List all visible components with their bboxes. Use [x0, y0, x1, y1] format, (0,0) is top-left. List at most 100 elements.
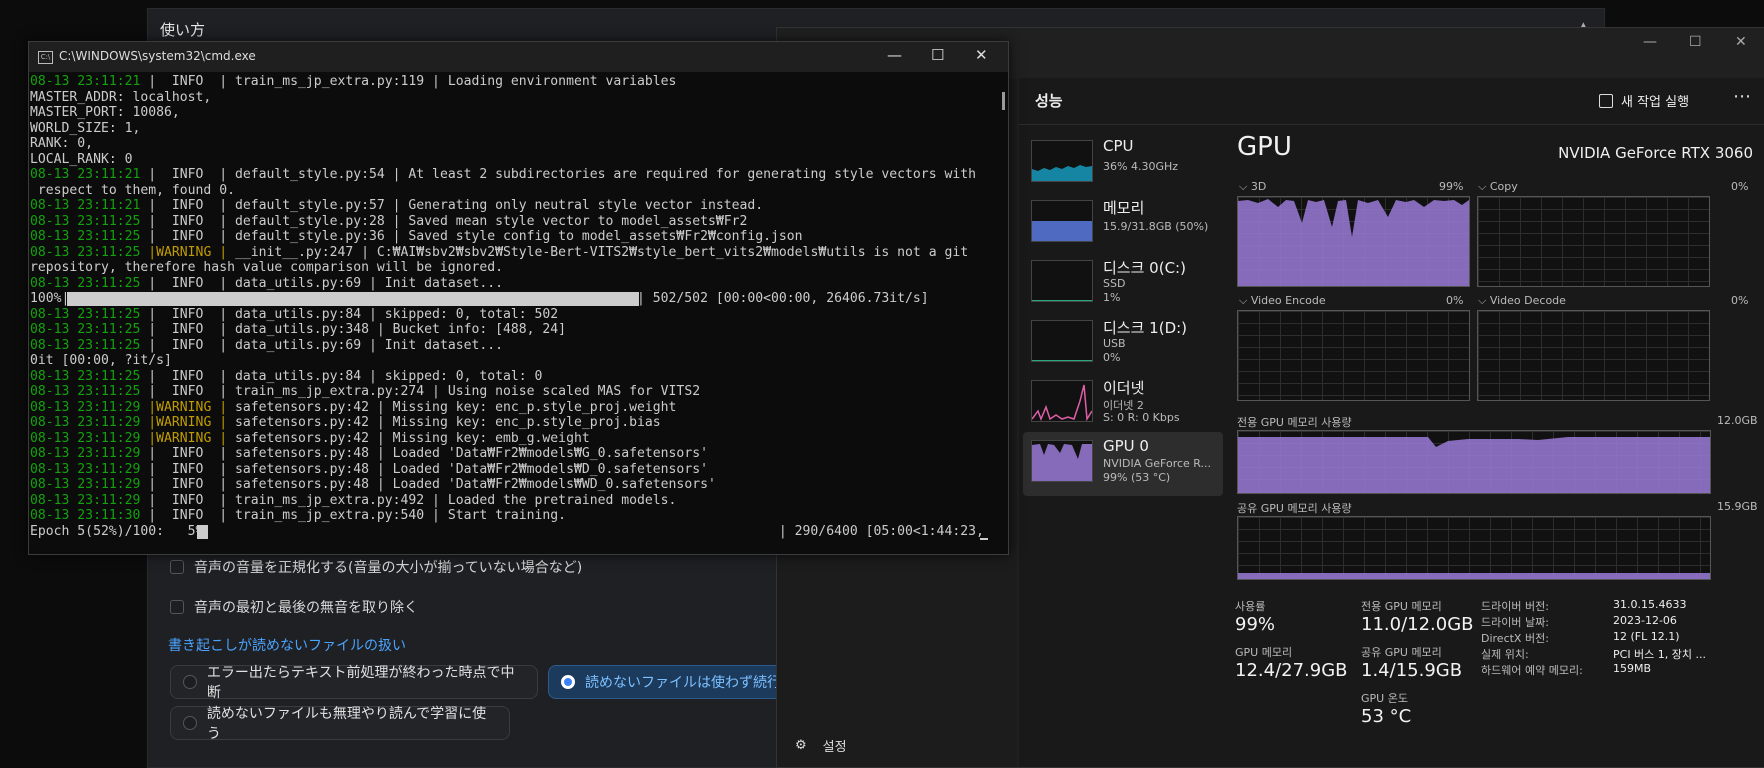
temp-value: 53 °C [1361, 706, 1412, 727]
engine-venc-graph [1237, 310, 1470, 401]
cmd-output[interactable]: 08-13 23:11:21 | INFO | train_ms_jp_extr… [29, 72, 989, 552]
cpu-thumb-graph [1031, 140, 1093, 182]
cmd-title-bar[interactable]: C:\ C:\WINDOWS\system32\cmd.exe — ☐ ✕ [29, 42, 1008, 72]
log-message: 0it [00:00, ?it/s] [30, 353, 172, 368]
page-title: 성능 [1035, 92, 1063, 110]
accordion-title[interactable]: 使い方 [160, 19, 205, 40]
log-timestamp: 08-13 23:11:25 [30, 306, 141, 322]
engine-vdec-label[interactable]: ⌵ Video Decode [1478, 294, 1566, 308]
dedicated-mem-graph-max: 12.0GB [1717, 414, 1758, 427]
memory-thumb-graph [1031, 200, 1093, 242]
radio-stop-on-error[interactable]: エラー出たらテキスト前処理が終わった時点で中断 [170, 665, 538, 701]
driver-version-label: 드라이버 버전: [1481, 600, 1549, 613]
usage-value: 99% [1235, 614, 1276, 635]
driver-date-label: 드라이버 날짜: [1481, 616, 1549, 629]
resource-name: 디스크 0(C:) [1103, 259, 1186, 277]
console-line: 100%| | 502/502 [00:00<00:00, 26406.73it… [30, 291, 929, 307]
engine-venc-label[interactable]: ⌵ Video Encode [1239, 294, 1326, 308]
resource-usage: 0% [1103, 351, 1121, 364]
resource-name: 디스크 1(D:) [1103, 319, 1188, 337]
performance-header: 성능 새 작업 실행 ⋯ [1019, 78, 1764, 125]
tm-close-button[interactable]: ✕ [1735, 34, 1747, 50]
terminal-icon: C:\ [38, 51, 53, 64]
resource-usage: 99% (53 °C) [1103, 471, 1171, 484]
radio-force-read[interactable]: 読めないファイルも無理やり読んで学習に使う [170, 706, 510, 742]
shared-mem-label: 공유 GPU 메모리 [1361, 646, 1442, 659]
log-level: | INFO | [140, 167, 228, 182]
log-message: default_style.py:54 | At least 2 subdire… [227, 167, 976, 182]
cmd-scrollbar[interactable] [1002, 92, 1005, 110]
log-level: | INFO | [140, 508, 228, 523]
radio-force-label: 読めないファイルも無理やり読んで学習に使う [206, 706, 487, 742]
cmd-minimize-button[interactable]: — [887, 46, 902, 64]
console-line: 08-13 23:11:25 | INFO | default_style.py… [30, 229, 803, 245]
resource-ethernet[interactable]: 이더넷 이더넷 2 S: 0 R: 0 Kbps [1023, 372, 1223, 436]
reserved-mem-label: 하드웨어 예약 메모리: [1481, 664, 1583, 677]
cmd-maximize-button[interactable]: ☐ [931, 46, 944, 64]
console-line: LOCAL_RANK: 0 [30, 152, 132, 168]
location-value: PCI 버스 1, 장치 ... [1613, 648, 1707, 661]
log-timestamp: 08-13 23:11:21 [30, 167, 141, 182]
log-message: train_ms_jp_extra.py:274 | Using noise s… [227, 384, 701, 399]
resource-memory[interactable]: 메모리 15.9/31.8GB (50%) [1023, 192, 1223, 256]
console-line: 0it [00:00, ?it/s] [30, 353, 172, 369]
settings-nav-item[interactable]: ⚙ 설정 [795, 736, 847, 755]
resource-disk1[interactable]: 디스크 1(D:) USB 0% [1023, 312, 1223, 376]
console-line: respect to them, found 0. [30, 183, 235, 199]
resource-name: 메모리 [1103, 199, 1145, 217]
resource-disk0[interactable]: 디스크 0(C:) SSD 1% [1023, 252, 1223, 316]
radio-dot[interactable] [183, 716, 197, 730]
log-message: respect to them, found 0. [30, 182, 235, 198]
usage-label: 사용률 [1235, 600, 1266, 613]
console-line: MASTER_ADDR: localhost, [30, 90, 211, 106]
log-level: | INFO | [140, 74, 228, 89]
gpu-mem-label: GPU 메모리 [1235, 646, 1293, 659]
log-level: | INFO | [140, 461, 228, 477]
tm-minimize-button[interactable]: — [1643, 34, 1657, 50]
log-message: safetensors.py:48 | Loaded 'Data₩Fr2₩mod… [227, 446, 708, 461]
tm-maximize-button[interactable]: ☐ [1689, 34, 1702, 50]
resource-usage: 1% [1103, 291, 1121, 304]
trim-silence-label: 音声の最初と最後の無音を取り除く [194, 600, 418, 616]
temp-label: GPU 온도 [1361, 692, 1408, 705]
normalize-checkbox[interactable] [170, 560, 184, 574]
performance-page: 성능 새 작업 실행 ⋯ CPU 36% 4.30GHz 메모리 15.9/31… [1019, 78, 1764, 767]
engine-vdec-pct: 0% [1731, 294, 1749, 307]
log-message: data_utils.py:84 | skipped: 0, total: 50… [227, 306, 559, 322]
log-timestamp: 08-13 23:11:29 [30, 492, 141, 508]
resource-gpu0[interactable]: GPU 0 NVIDIA GeForce R... 99% (53 °C) [1023, 432, 1223, 496]
log-timestamp: 08-13 23:11:25 [30, 384, 141, 399]
resource-name: 이더넷 [1103, 379, 1145, 397]
log-level: | INFO | [140, 477, 228, 492]
trim-silence-checkbox-row[interactable]: 音声の最初と最後の無音を取り除く [170, 597, 418, 617]
radio-dot-selected[interactable] [561, 675, 575, 689]
resource-detail: SSD [1103, 277, 1126, 290]
log-message: safetensors.py:42 | Missing key: enc_p.s… [227, 399, 677, 415]
trim-silence-checkbox[interactable] [170, 600, 184, 614]
console-line: 08-13 23:11:29 |WARNING | safetensors.py… [30, 431, 590, 447]
radio-dot[interactable] [183, 675, 197, 689]
resource-cpu[interactable]: CPU 36% 4.30GHz [1023, 132, 1223, 196]
cmd-close-button[interactable]: ✕ [975, 46, 988, 64]
resource-detail: NVIDIA GeForce R... [1103, 457, 1212, 470]
ded-mem-value: 11.0/12.0GB [1361, 614, 1474, 635]
more-options-icon[interactable]: ⋯ [1733, 86, 1751, 107]
disk1-thumb-graph [1031, 320, 1093, 362]
engine-copy-label[interactable]: ⌵ Copy [1478, 180, 1518, 194]
log-timestamp: 08-13 23:11:29 [30, 461, 141, 477]
log-timestamp: 08-13 23:11:25 [30, 368, 141, 384]
radio-skip-unreadable[interactable]: 読めないファイルは使わず続行 [548, 665, 808, 699]
normalize-checkbox-row[interactable]: 音声の音量を正規化する(音量の大小が揃っていない場合など) [170, 557, 582, 577]
engine-3d-pct: 99% [1439, 180, 1464, 193]
log-timestamp: 08-13 23:11:29 [30, 415, 141, 430]
engine-copy-pct: 0% [1731, 180, 1749, 193]
settings-label: 설정 [822, 740, 847, 755]
log-message: safetensors.py:48 | Loaded 'Data₩Fr2₩mod… [227, 461, 708, 477]
log-message: MASTER_ADDR: localhost, [30, 89, 212, 105]
log-message: data_utils.py:69 | Init dataset... [227, 275, 504, 291]
run-task-icon [1599, 93, 1613, 108]
engine-3d-label[interactable]: ⌵ 3D [1239, 180, 1266, 194]
cmd-title: C:\WINDOWS\system32\cmd.exe [59, 49, 256, 63]
run-new-task-button[interactable]: 새 작업 실행 [1599, 91, 1689, 110]
log-timestamp: 08-13 23:11:29 [30, 446, 141, 461]
